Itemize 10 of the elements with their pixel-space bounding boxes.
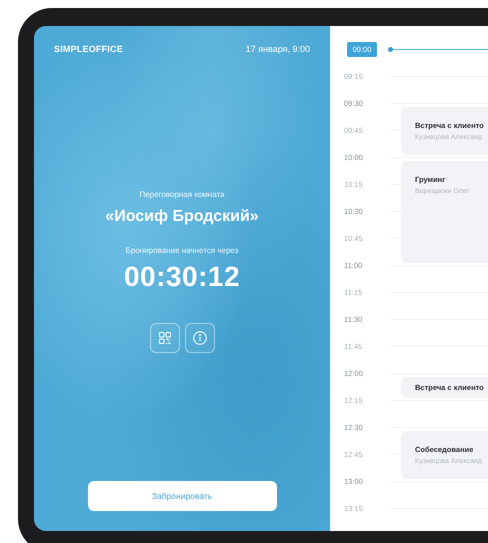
countdown-timer: 00:30:12: [124, 261, 240, 293]
info-icon: [192, 331, 206, 345]
countdown-caption: Бронирование начнется через: [126, 246, 238, 255]
qr-code-icon: [158, 332, 170, 344]
room-caption: Переговорная комната: [139, 190, 225, 199]
info-button[interactable]: [184, 323, 214, 353]
brand-name: SIMPLEOFFICE: [54, 44, 123, 54]
date-time: 17 января, 9:00: [246, 44, 310, 54]
room-name: «Иосиф Бродский»: [105, 208, 259, 226]
qr-code-button[interactable]: [150, 323, 180, 353]
